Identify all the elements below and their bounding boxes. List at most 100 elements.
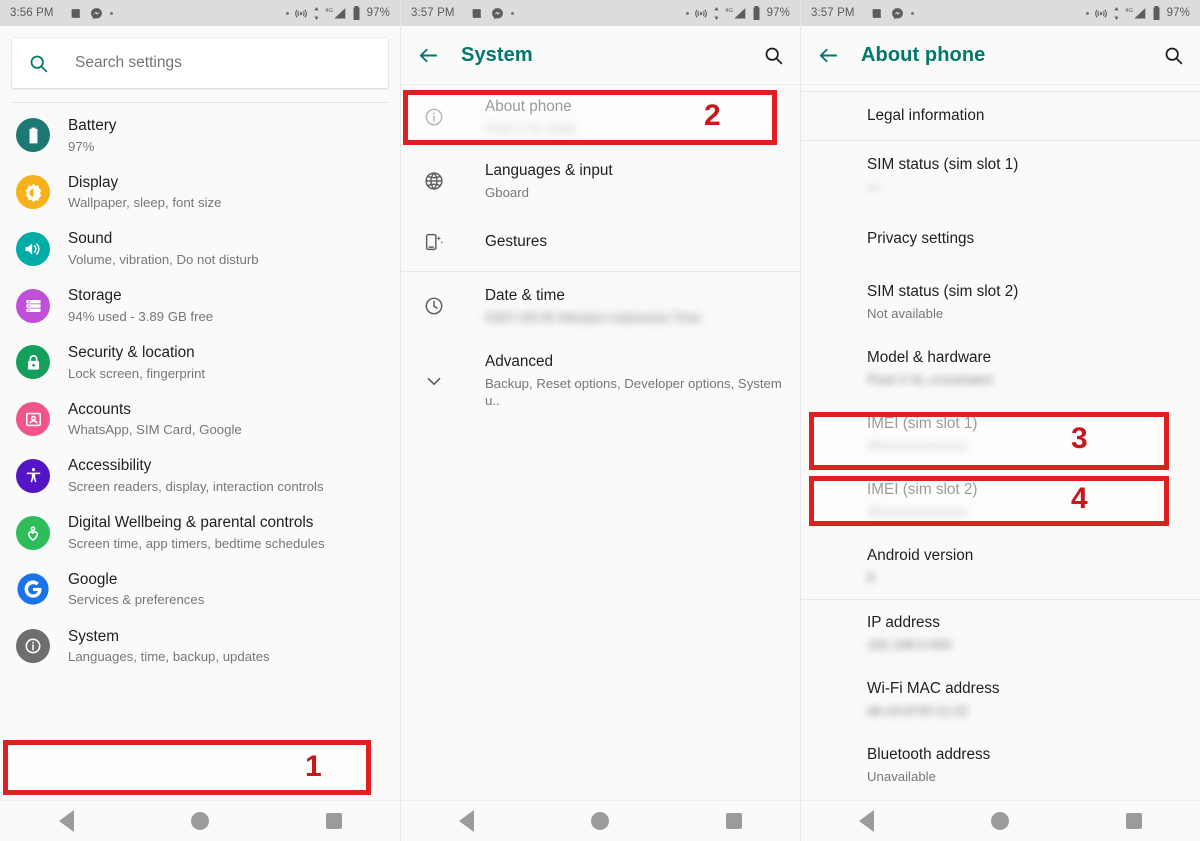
settings-item-security-location[interactable]: Security & location Lock screen, fingerp… <box>0 334 400 391</box>
back-triangle-icon[interactable] <box>859 810 875 832</box>
system-item-about-phone[interactable]: About phone Pixel 3 XL build <box>401 85 800 149</box>
dot-icon <box>1085 11 1089 15</box>
dot-icon <box>285 11 289 15</box>
divider <box>801 84 1200 85</box>
about-item-title: SIM status (sim slot 2) <box>867 283 1019 300</box>
news-icon <box>471 7 484 20</box>
messenger-icon <box>491 7 504 20</box>
about-item-value: Unavailable <box>867 769 936 785</box>
about-item-value: Not available <box>867 305 944 321</box>
about-item-imei-sim-2[interactable]: IMEI (sim slot 2) 35xxxxxxxxxxxxx <box>801 467 1200 533</box>
about-item-ip-address[interactable]: IP address 192.168.0.000 <box>801 600 1200 666</box>
about-item-title: Privacy settings <box>867 230 975 248</box>
globe-icon <box>417 170 451 192</box>
volume-icon <box>16 231 50 266</box>
settings-list: Battery 97% Display Wallpaper, sleep, fo… <box>0 103 400 674</box>
app-bar: System <box>401 26 800 84</box>
about-item-android-version[interactable]: Android version 9 <box>801 533 1200 599</box>
home-circle-icon[interactable] <box>190 812 209 830</box>
about-item-privacy-settings[interactable]: Privacy settings <box>801 209 1200 269</box>
system-item-date-time[interactable]: Date & time GMT+05:30 Western Indonesia … <box>401 272 800 340</box>
settings-item-google[interactable]: Google Services & preferences <box>0 561 400 618</box>
news-icon <box>70 7 83 20</box>
info-circle-outline-icon <box>417 106 451 128</box>
settings-item-accessibility[interactable]: Accessibility Screen readers, display, i… <box>0 447 400 504</box>
system-item-languages-input[interactable]: Languages & input Gboard <box>401 149 800 213</box>
recents-square-icon[interactable] <box>325 813 342 829</box>
about-item-sim-status-1[interactable]: SIM status (sim slot 1) — <box>801 141 1200 209</box>
messenger-icon <box>891 7 904 20</box>
recents-square-icon[interactable] <box>1125 813 1142 829</box>
system-item-advanced[interactable]: Advanced Backup, Reset options, Develope… <box>401 340 800 421</box>
system-item-gestures[interactable]: Gestures <box>401 213 800 271</box>
about-item-bluetooth-address[interactable]: Bluetooth address Unavailable <box>801 732 1200 798</box>
battery-icon <box>1152 6 1161 20</box>
settings-item-storage[interactable]: Storage 94% used - 3.89 GB free <box>0 277 400 334</box>
messenger-icon <box>90 7 103 20</box>
settings-item-title: Battery <box>68 117 117 134</box>
back-triangle-icon[interactable] <box>58 810 74 832</box>
google-g-icon <box>16 572 50 606</box>
settings-item-system[interactable]: System Languages, time, backup, updates <box>0 618 400 675</box>
page-title: About phone <box>861 43 986 66</box>
signal-4g-icon: 4G <box>325 6 347 20</box>
recents-square-icon[interactable] <box>725 813 742 829</box>
settings-item-accounts[interactable]: Accounts WhatsApp, SIM Card, Google <box>0 391 400 448</box>
signal-4g-icon: 4G <box>1125 6 1147 20</box>
settings-item-title: Display <box>68 173 119 191</box>
settings-item-digital-wellbeing[interactable]: Digital Wellbeing & parental controls Sc… <box>0 504 400 561</box>
home-circle-icon[interactable] <box>990 812 1009 830</box>
about-item-legal-information[interactable]: Legal information <box>801 92 1200 140</box>
settings-item-title: Security & location <box>68 343 195 361</box>
hotspot-icon <box>694 6 708 20</box>
about-item-imei-sim-1[interactable]: IMEI (sim slot 1) 35xxxxxxxxxxxxx <box>801 401 1200 467</box>
about-item-wifi-mac-address[interactable]: Wi-Fi MAC address ab:cd:ef:00:11:22 <box>801 666 1200 732</box>
svg-text:4G: 4G <box>1125 8 1133 14</box>
settings-item-display[interactable]: Display Wallpaper, sleep, font size <box>0 164 400 221</box>
about-item-title: Bluetooth address <box>867 746 991 764</box>
about-item-model-hardware[interactable]: Model & hardware Pixel 3 XL crosshatch <box>801 335 1200 401</box>
back-triangle-icon[interactable] <box>459 810 475 832</box>
dot-icon <box>510 11 514 15</box>
settings-item-subtitle: WhatsApp, SIM Card, Google <box>68 422 242 438</box>
settings-item-battery[interactable]: Battery 97% <box>0 107 400 164</box>
system-item-title: Gestures <box>485 233 548 251</box>
gestures-icon <box>417 231 451 253</box>
storage-icon <box>16 288 50 323</box>
about-item-value-redacted: 35xxxxxxxxxxxxx <box>867 437 968 453</box>
settings-item-subtitle: 97% <box>68 138 95 154</box>
data-transfer-icon <box>1113 6 1120 20</box>
search-bar[interactable] <box>12 38 388 88</box>
search-input[interactable] <box>75 54 372 72</box>
data-transfer-icon <box>313 6 320 20</box>
signal-4g-icon: 4G <box>725 6 747 20</box>
system-item-title: Languages & input <box>485 162 613 180</box>
about-item-title: Model & hardware <box>867 349 992 367</box>
settings-item-sound[interactable]: Sound Volume, vibration, Do not disturb <box>0 220 400 277</box>
hotspot-icon <box>294 6 308 20</box>
system-item-title: About phone <box>485 98 572 115</box>
settings-item-subtitle: Screen time, app timers, bedtime schedul… <box>68 535 325 551</box>
search-icon[interactable] <box>1163 45 1184 66</box>
dot-icon <box>910 11 914 15</box>
about-item-title: SIM status (sim slot 1) <box>867 155 1019 173</box>
back-arrow-icon[interactable] <box>417 44 451 67</box>
panel-about-phone: 3:57 PM 4G 97% About phone Legal informa… <box>800 0 1200 841</box>
dot-icon <box>109 11 113 15</box>
status-bar-clock: 3:57 PM <box>811 7 855 19</box>
about-item-sim-status-2[interactable]: SIM status (sim slot 2) Not available <box>801 269 1200 335</box>
back-arrow-icon[interactable] <box>817 44 851 67</box>
settings-item-subtitle: Languages, time, backup, updates <box>68 649 270 665</box>
about-item-title: IMEI (sim slot 1) <box>867 415 978 433</box>
about-item-value-redacted: Pixel 3 XL crosshatch <box>867 371 994 387</box>
battery-icon <box>352 6 361 20</box>
android-nav-bar <box>801 800 1200 841</box>
lock-icon <box>16 345 50 380</box>
home-circle-icon[interactable] <box>590 812 609 830</box>
data-transfer-icon <box>713 6 720 20</box>
settings-item-subtitle: Wallpaper, sleep, font size <box>68 195 222 211</box>
about-item-title: IP address <box>867 614 940 632</box>
search-icon[interactable] <box>763 45 784 66</box>
settings-item-title: Accounts <box>68 400 131 418</box>
status-bar-clock: 3:56 PM <box>10 7 54 19</box>
